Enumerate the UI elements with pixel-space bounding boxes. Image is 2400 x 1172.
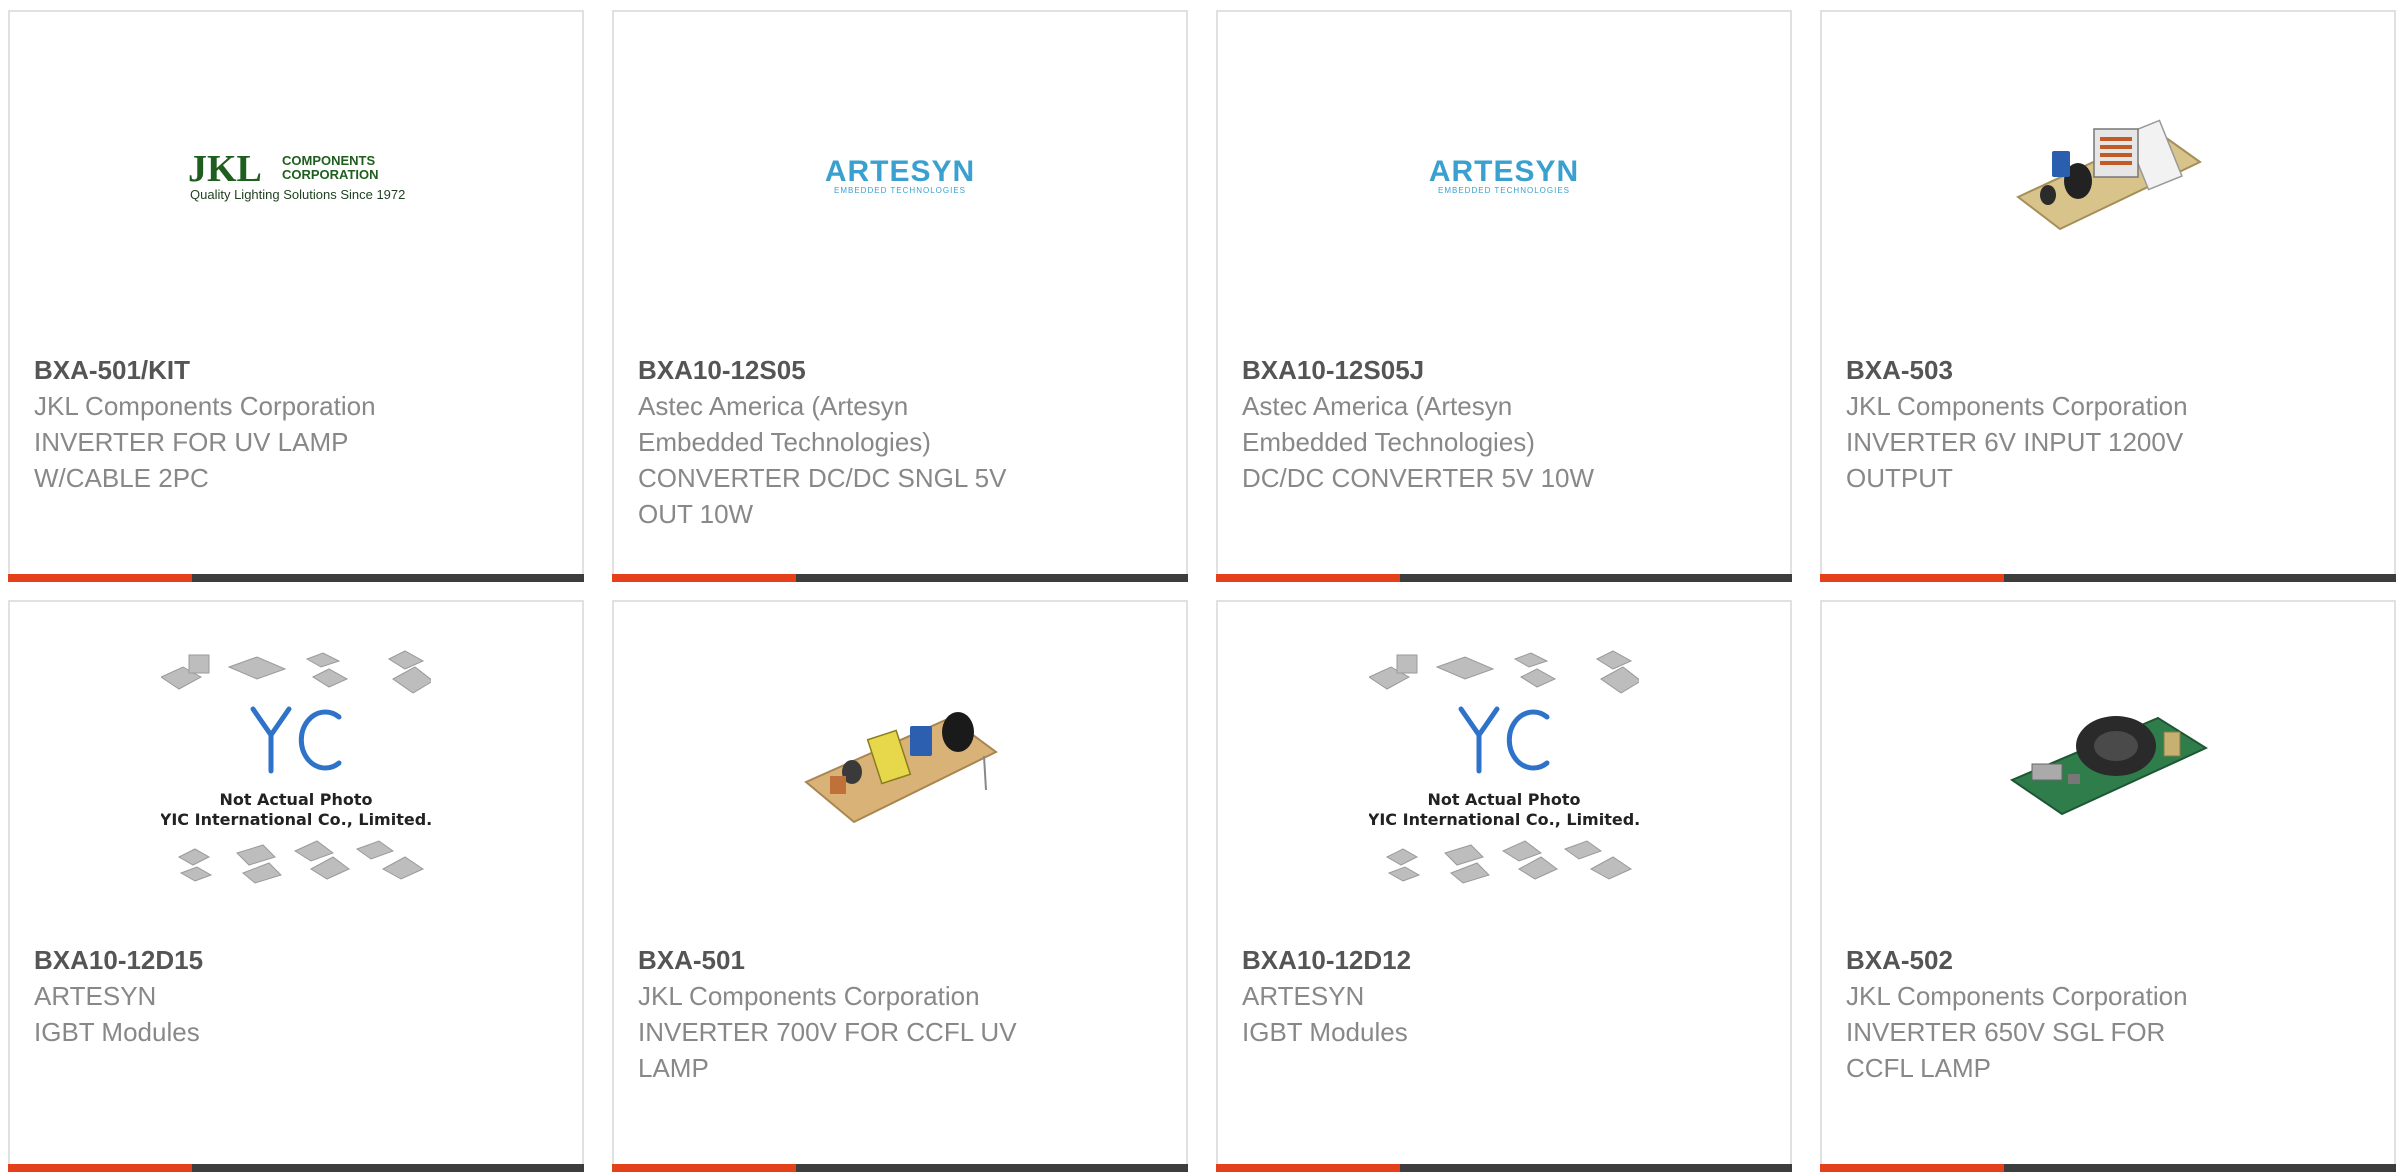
svg-text:JKL: JKL [188,148,262,190]
part-number[interactable]: BXA10-12S05 [638,352,1162,388]
part-number[interactable]: BXA-501 [638,942,1162,978]
svg-text:ARTESYN: ARTESYN [1429,157,1579,188]
card-bottom-accent [612,574,796,582]
card-bottom-accent [8,1164,192,1172]
product-card[interactable]: Not Actual Photo YIC International Co., … [1216,600,1792,1172]
svg-text:Quality Lighting Solutions Sin: Quality Lighting Solutions Since 1972 [190,187,405,202]
card-bottom-bar [1216,1164,1792,1172]
description: DC/DC CONVERTER 5V 10W [1242,463,1595,493]
svg-text:Not Actual Photo: Not Actual Photo [1427,790,1580,809]
manufacturer: ARTESYN [1242,981,1365,1011]
description: INVERTER FOR UV LAMP W/CABLE 2PC [34,427,349,493]
svg-text:YIC International Co., Limited: YIC International Co., Limited. [161,810,431,829]
product-grid: JKL COMPONENTS CORPORATION Quality Light… [0,0,2400,1172]
description: CONVERTER DC/DC SNGL 5V OUT 10W [638,463,1007,529]
product-card[interactable]: BXA-502 JKL Components Corporation INVER… [1820,600,2396,1172]
artesyn-logo-image[interactable]: ARTESYN EMBEDDED TECHNOLOGIES [1218,12,1790,342]
part-number[interactable]: BXA-501/KIT [34,352,558,388]
product-card[interactable]: BXA-501 JKL Components Corporation INVER… [612,600,1188,1172]
manufacturer: JKL Components Corporation [34,391,376,421]
manufacturer: ARTESYN [34,981,157,1011]
svg-text:EMBEDDED TECHNOLOGIES: EMBEDDED TECHNOLOGIES [1438,186,1570,195]
part-number[interactable]: BXA10-12S05J [1242,352,1766,388]
artesyn-logo-image[interactable]: ARTESYN EMBEDDED TECHNOLOGIES [614,12,1186,342]
card-bottom-accent [8,574,192,582]
manufacturer: JKL Components Corporation [638,981,980,1011]
card-bottom-accent [1216,574,1400,582]
manufacturer: Astec America (Artesyn Embedded Technolo… [1242,391,1535,457]
card-bottom-bar [1216,574,1792,582]
card-bottom-accent [1820,1164,2004,1172]
inverter-board-photo[interactable] [1822,602,2394,932]
inverter-board-photo[interactable] [1822,12,2394,342]
svg-text:EMBEDDED TECHNOLOGIES: EMBEDDED TECHNOLOGIES [834,186,966,195]
yic-placeholder-image[interactable]: Not Actual Photo YIC International Co., … [10,602,582,932]
description: IGBT Modules [34,1017,200,1047]
card-bottom-bar [1820,574,2396,582]
jkl-logo-image[interactable]: JKL COMPONENTS CORPORATION Quality Light… [10,12,582,342]
manufacturer: JKL Components Corporation [1846,981,2188,1011]
part-number[interactable]: BXA10-12D12 [1242,942,1766,978]
card-bottom-bar [612,1164,1188,1172]
yic-placeholder-image[interactable]: Not Actual Photo YIC International Co., … [1218,602,1790,932]
card-bottom-bar [8,1164,584,1172]
part-number[interactable]: BXA10-12D15 [34,942,558,978]
svg-text:Not Actual Photo: Not Actual Photo [219,790,372,809]
product-card[interactable]: Not Actual Photo YIC International Co., … [8,600,584,1172]
svg-text:COMPONENTS: COMPONENTS [282,153,376,168]
card-bottom-bar [1820,1164,2396,1172]
svg-text:CORPORATION: CORPORATION [282,167,379,182]
svg-text:YIC International Co., Limited: YIC International Co., Limited. [1369,810,1639,829]
description: INVERTER 6V INPUT 1200V OUTPUT [1846,427,2184,493]
product-card[interactable]: ARTESYN EMBEDDED TECHNOLOGIES BXA10-12S0… [612,10,1188,582]
card-bottom-bar [612,574,1188,582]
card-bottom-accent [1216,1164,1400,1172]
svg-text:ARTESYN: ARTESYN [825,157,975,188]
description: INVERTER 650V SGL FOR CCFL LAMP [1846,1017,2166,1083]
card-bottom-bar [8,574,584,582]
manufacturer: Astec America (Artesyn Embedded Technolo… [638,391,931,457]
product-card[interactable]: JKL COMPONENTS CORPORATION Quality Light… [8,10,584,582]
description: INVERTER 700V FOR CCFL UV LAMP [638,1017,1017,1083]
description: IGBT Modules [1242,1017,1408,1047]
card-bottom-accent [1820,574,2004,582]
inverter-board-photo[interactable] [614,602,1186,932]
part-number[interactable]: BXA-503 [1846,352,2370,388]
manufacturer: JKL Components Corporation [1846,391,2188,421]
product-card[interactable]: ARTESYN EMBEDDED TECHNOLOGIES BXA10-12S0… [1216,10,1792,582]
product-card[interactable]: BXA-503 JKL Components Corporation INVER… [1820,10,2396,582]
part-number[interactable]: BXA-502 [1846,942,2370,978]
card-bottom-accent [612,1164,796,1172]
